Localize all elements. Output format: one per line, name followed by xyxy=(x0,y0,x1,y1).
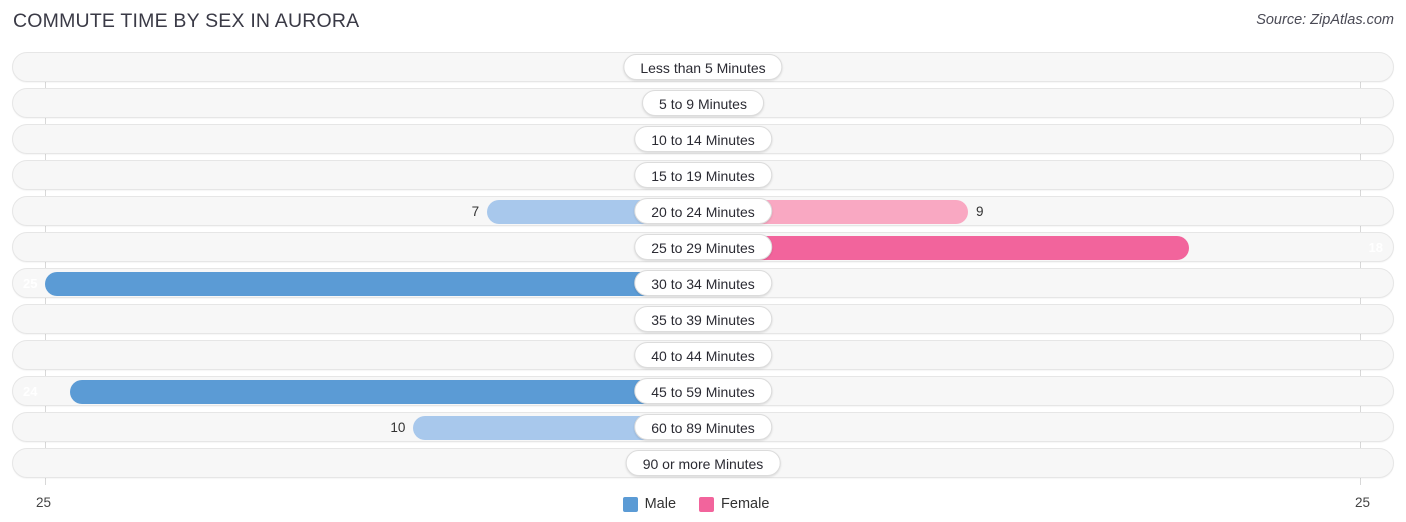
category-label-pill[interactable]: 90 or more Minutes xyxy=(625,450,781,476)
legend-label-male: Male xyxy=(644,496,677,512)
category-label-pill[interactable]: 30 to 34 Minutes xyxy=(634,270,772,296)
bar-value-female: 0 xyxy=(755,449,1389,479)
bar-value-male: 7 xyxy=(471,204,480,219)
chart-row[interactable]: 0 015 to 19 Minutes xyxy=(12,160,1394,190)
chart-row-inner: 0 015 to 19 Minutes xyxy=(13,161,1393,189)
category-label-pill[interactable]: 35 to 39 Minutes xyxy=(634,306,772,332)
bar-value-male: 0 xyxy=(17,341,651,371)
bar-male[interactable] xyxy=(45,272,703,296)
bar-value-male: 0 xyxy=(17,161,651,191)
chart-root: COMMUTE TIME BY SEX IN AURORA Source: Zi… xyxy=(0,0,1406,522)
chart-row[interactable]: 0 0Less than 5 Minutes xyxy=(12,52,1394,82)
bar-value-female: 9 xyxy=(976,204,984,219)
category-label-pill[interactable]: 10 to 14 Minutes xyxy=(634,126,772,152)
chart-row-inner: 0 035 to 39 Minutes xyxy=(13,305,1393,333)
bar-value-male: 0 xyxy=(17,233,651,263)
bar-value-female: 0 xyxy=(755,161,1389,191)
chart-row-inner: 10 060 to 89 Minutes xyxy=(13,413,1393,441)
bar-value-female: 0 xyxy=(755,89,1389,119)
chart-row[interactable]: 0 035 to 39 Minutes xyxy=(12,304,1394,334)
bar-value-male: 0 xyxy=(17,305,651,335)
legend-item-male[interactable]: Male xyxy=(622,496,677,512)
bar-value-male: 0 xyxy=(17,89,651,119)
chart-row[interactable]: 10 060 to 89 Minutes xyxy=(12,412,1394,442)
bar-female[interactable] xyxy=(703,236,1190,260)
bar-value-female: 0 xyxy=(755,125,1389,155)
chart-row-inner: 24 045 to 59 Minutes xyxy=(13,377,1393,405)
bar-value-male: 0 xyxy=(17,53,651,83)
chart-row[interactable]: 0 05 to 9 Minutes xyxy=(12,88,1394,118)
category-label-pill[interactable]: 5 to 9 Minutes xyxy=(642,90,764,116)
chart-row-inner: 25 030 to 34 Minutes xyxy=(13,269,1393,297)
bar-value-male: 24 xyxy=(23,384,38,399)
chart-row-inner: 0 040 to 44 Minutes xyxy=(13,341,1393,369)
chart-row-inner: 0 0Less than 5 Minutes xyxy=(13,53,1393,81)
bar-value-female: 0 xyxy=(755,305,1389,335)
page-title: COMMUTE TIME BY SEX IN AURORA xyxy=(13,10,360,32)
chart-row-inner: 0 090 or more Minutes xyxy=(13,449,1393,477)
bar-value-female: 0 xyxy=(755,377,1389,407)
bar-value-female: 0 xyxy=(755,341,1389,371)
category-label-pill[interactable]: 60 to 89 Minutes xyxy=(634,414,772,440)
legend-item-female[interactable]: Female xyxy=(699,496,769,512)
chart-row-inner: 0 18 25 to 29 Minutes xyxy=(13,233,1393,261)
chart-row[interactable]: 24 045 to 59 Minutes xyxy=(12,376,1394,406)
bar-value-male: 0 xyxy=(17,125,651,155)
bar-value-male: 0 xyxy=(17,449,651,479)
bar-value-female: 0 xyxy=(755,53,1389,83)
chart-plot-area: 00Less than 5 Minutes005 to 9 Minutes001… xyxy=(12,52,1394,485)
chart-row[interactable]: 0 040 to 44 Minutes xyxy=(12,340,1394,370)
category-label-pill[interactable]: 25 to 29 Minutes xyxy=(634,234,772,260)
source-attribution: Source: ZipAtlas.com xyxy=(1256,12,1394,28)
bar-value-male: 10 xyxy=(390,420,406,435)
chart-row-inner: 0 05 to 9 Minutes xyxy=(13,89,1393,117)
bar-value-male: 25 xyxy=(23,276,38,291)
chart-row[interactable]: 7 9 20 to 24 Minutes xyxy=(12,196,1394,226)
bar-male[interactable] xyxy=(69,380,703,404)
legend-swatch-male-icon xyxy=(622,496,638,512)
chart-row[interactable]: 0 090 or more Minutes xyxy=(12,448,1394,478)
chart-row[interactable]: 25 030 to 34 Minutes xyxy=(12,268,1394,298)
legend-label-female: Female xyxy=(721,496,770,512)
category-label-pill[interactable]: 20 to 24 Minutes xyxy=(634,198,772,224)
chart-row-inner: 7 9 20 to 24 Minutes xyxy=(13,197,1393,225)
chart-row[interactable]: 0 18 25 to 29 Minutes xyxy=(12,232,1394,262)
bar-value-female: 18 xyxy=(1368,240,1383,255)
category-label-pill[interactable]: Less than 5 Minutes xyxy=(623,54,783,80)
chart-row-inner: 0 010 to 14 Minutes xyxy=(13,125,1393,153)
bar-value-female: 0 xyxy=(755,269,1389,299)
chart-legend: Male Female xyxy=(0,496,1406,512)
category-label-pill[interactable]: 45 to 59 Minutes xyxy=(634,378,772,404)
chart-row[interactable]: 0 010 to 14 Minutes xyxy=(12,124,1394,154)
category-label-pill[interactable]: 40 to 44 Minutes xyxy=(634,342,772,368)
legend-swatch-female-icon xyxy=(699,496,715,512)
category-label-pill[interactable]: 15 to 19 Minutes xyxy=(634,162,772,188)
bar-value-female: 0 xyxy=(755,413,1389,443)
